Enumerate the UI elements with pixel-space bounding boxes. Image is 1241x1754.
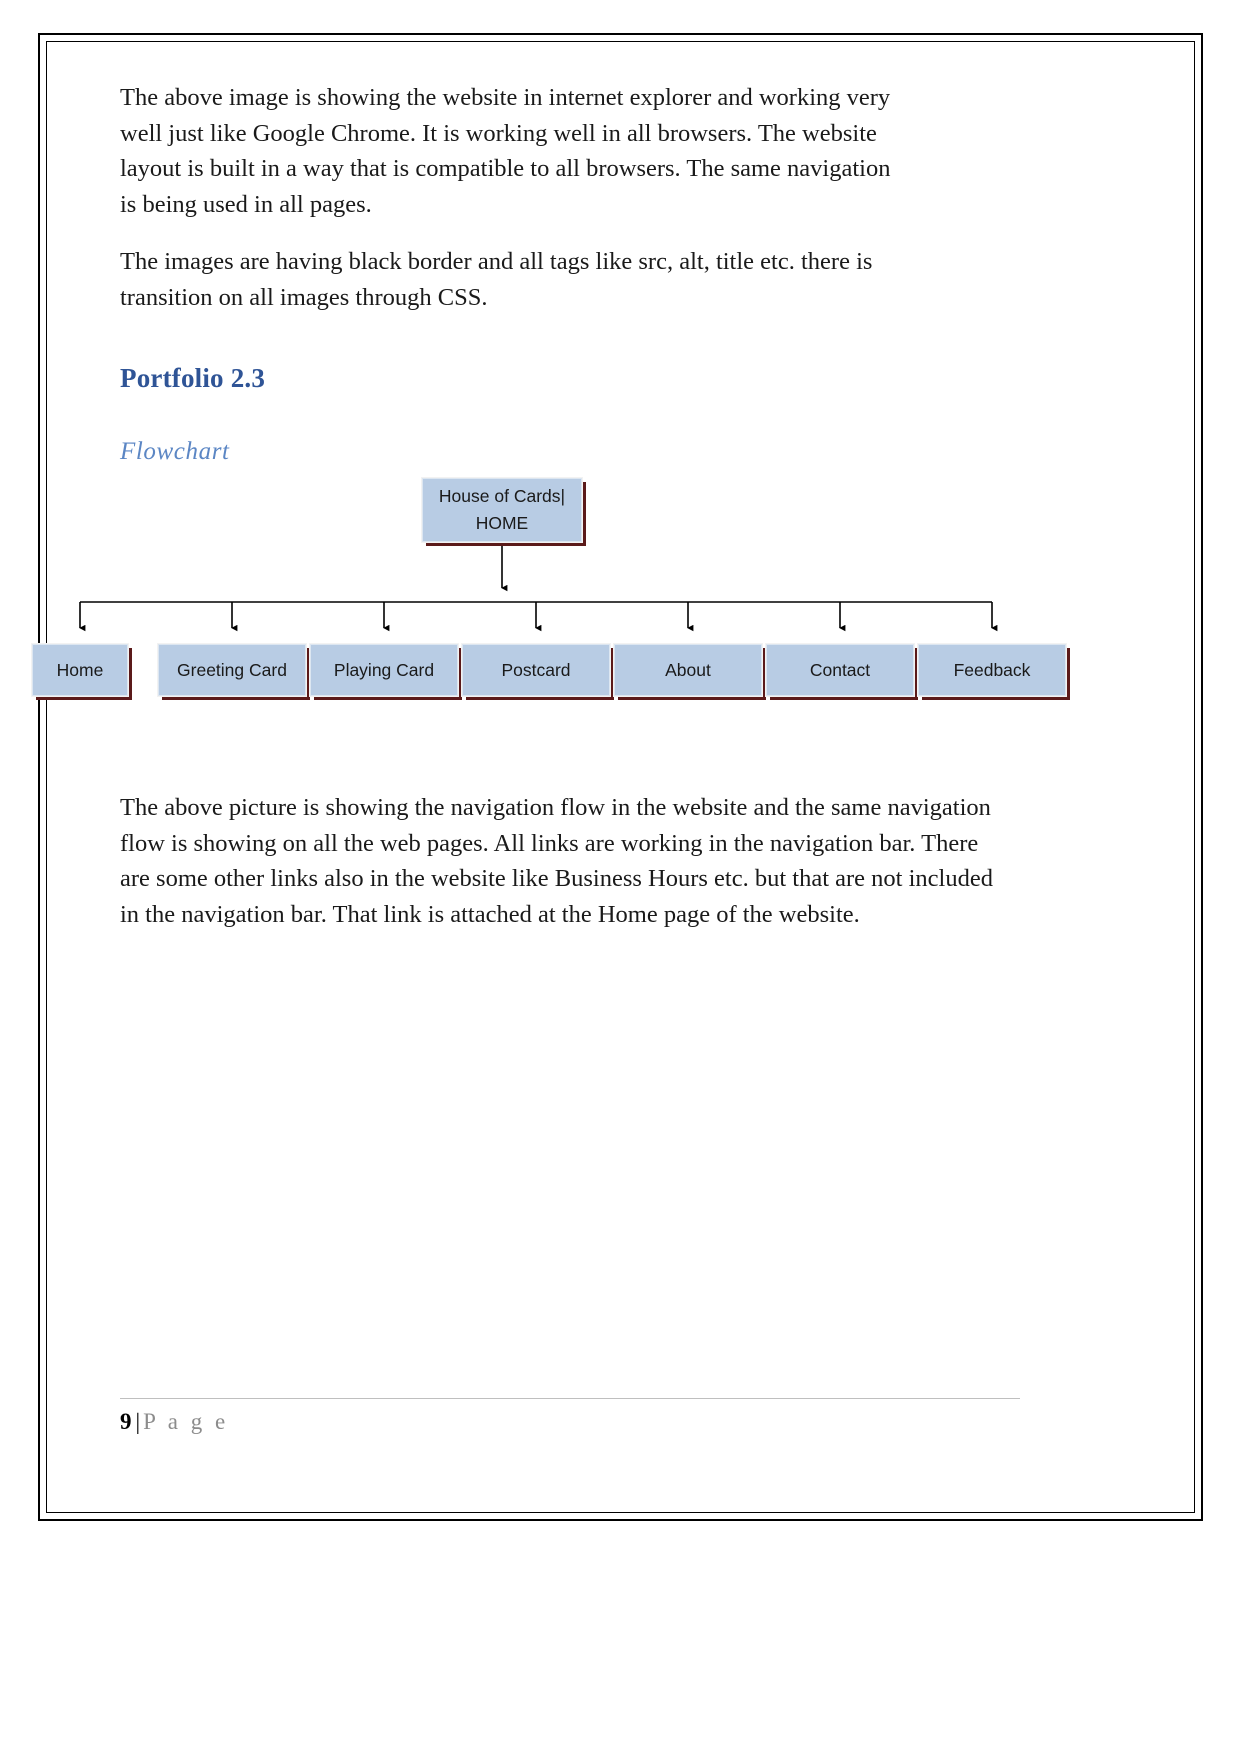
flowchart-root-line2: HOME <box>475 513 529 534</box>
heading-flowchart: Flowchart <box>120 438 230 466</box>
flowchart-node-feedback[interactable]: Feedback <box>917 643 1067 698</box>
flowchart-node-home[interactable]: Home <box>31 643 129 698</box>
flowchart-node-label: Home <box>56 659 104 680</box>
flowchart-node-home-root[interactable]: House of Cards| HOME <box>421 477 583 544</box>
flowchart-node-about[interactable]: About <box>613 643 763 698</box>
flowchart-node-label: Postcard <box>501 659 571 680</box>
flowchart-node-label: Contact <box>809 659 871 680</box>
flowchart-node-greeting-card[interactable]: Greeting Card <box>157 643 307 698</box>
footer-separator: | <box>135 1409 141 1434</box>
flowchart-node-label: Feedback <box>953 659 1031 680</box>
flowchart-node-playing-card[interactable]: Playing Card <box>309 643 459 698</box>
paragraph-navigation-flow: The above picture is showing the navigat… <box>120 794 993 928</box>
footer-page-word: P a g e <box>143 1409 229 1434</box>
paragraph-intro-browsers: The above image is showing the website i… <box>120 84 891 218</box>
footer-page-label: 9 | P a g e <box>120 1409 1020 1435</box>
flowchart-node-label: Greeting Card <box>177 659 287 680</box>
flowchart-node-postcard[interactable]: Postcard <box>461 643 611 698</box>
flowchart-diagram: House of Cards| HOME Home Greeting Card … <box>10 477 1110 728</box>
footer-page-number: 9 <box>120 1409 132 1434</box>
document-content: The above image is showing the website i… <box>31 80 1067 954</box>
flowchart-node-label: Playing Card <box>333 659 435 680</box>
flowchart-root-line1: House of Cards| <box>438 485 566 506</box>
page-footer: 9 | P a g e <box>120 1398 1020 1435</box>
flowchart-node-label: About <box>665 659 711 680</box>
flowchart-node-contact[interactable]: Contact <box>765 643 915 698</box>
paragraph-images-border: The images are having black border and a… <box>120 248 873 311</box>
footer-divider <box>120 1398 1020 1399</box>
heading-portfolio: Portfolio 2.3 <box>120 363 266 394</box>
